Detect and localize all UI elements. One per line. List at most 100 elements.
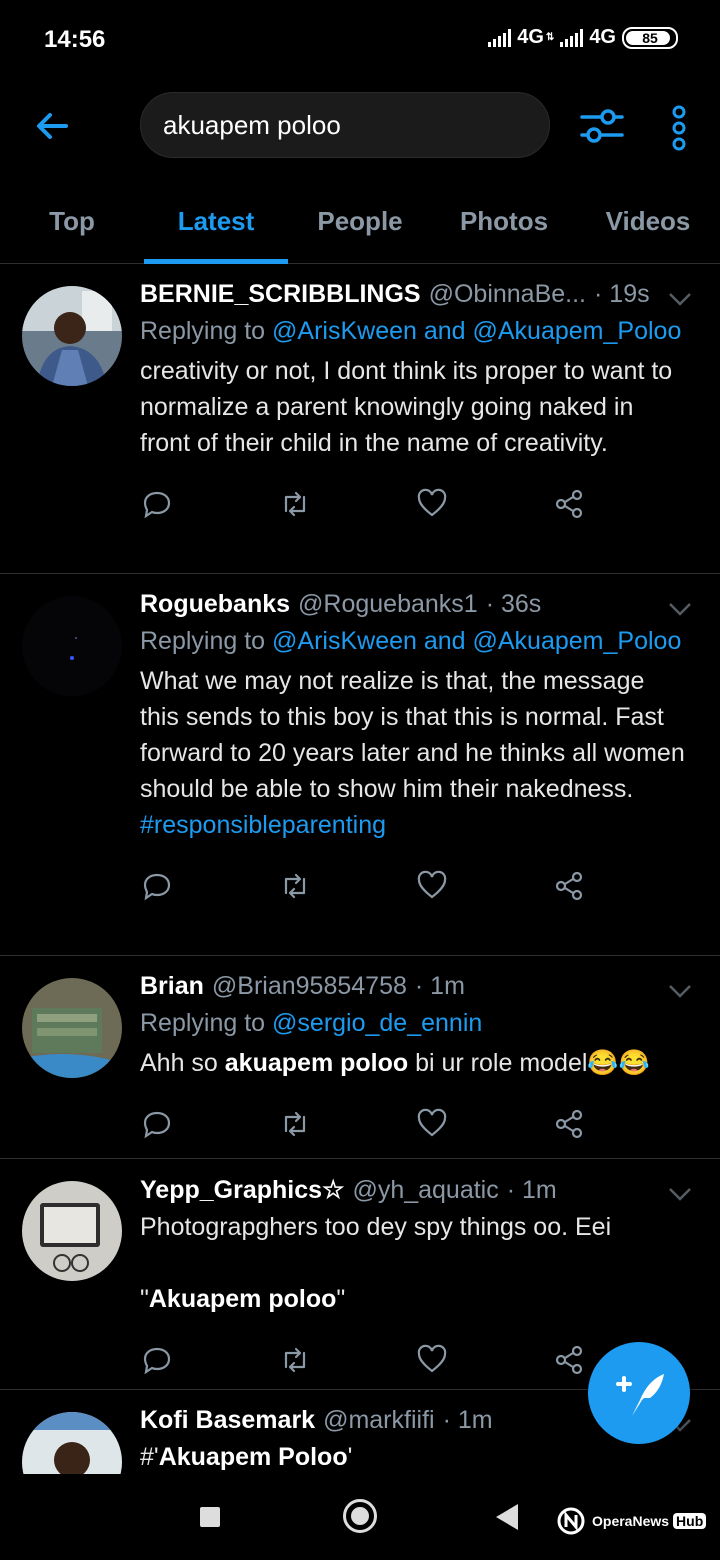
tweet-time: · 19s bbox=[594, 280, 650, 308]
user-handle: @Roguebanks1 bbox=[298, 590, 478, 618]
replying-to: Replying to @ArisKween and @Akuapem_Polo… bbox=[140, 317, 682, 345]
reply-icon bbox=[143, 1111, 171, 1139]
display-name[interactable]: Kofi Basemark bbox=[140, 1406, 315, 1435]
tweet-card[interactable]: Roguebanks @Roguebanks1 · 36s Replying t… bbox=[0, 574, 720, 956]
tweet-feed: BERNIE_SCRIBBLINGS @ObinnaBe... · 19s Re… bbox=[0, 264, 720, 1474]
user-handle: @yh_aquatic bbox=[352, 1176, 499, 1204]
reply-button[interactable] bbox=[140, 869, 278, 905]
search-input[interactable] bbox=[141, 93, 549, 157]
chevron-down-icon[interactable] bbox=[666, 288, 694, 308]
heart-icon bbox=[417, 1344, 447, 1373]
retweet-button[interactable] bbox=[278, 1107, 416, 1143]
back-arrow-icon[interactable] bbox=[30, 104, 74, 148]
share-button[interactable] bbox=[553, 869, 691, 905]
filter-icon[interactable] bbox=[580, 104, 624, 148]
tweet-text: #'Akuapem Poloo' bbox=[140, 1443, 353, 1471]
watermark: OperaNews Hub bbox=[554, 1504, 707, 1538]
reply-icon bbox=[143, 491, 171, 519]
tweet-card[interactable]: BERNIE_SCRIBBLINGS @ObinnaBe... · 19s Re… bbox=[0, 264, 720, 574]
reply-button[interactable] bbox=[140, 1343, 278, 1379]
like-button[interactable] bbox=[415, 869, 553, 905]
retweet-button[interactable] bbox=[278, 487, 416, 523]
tweet-text: Ahh so akuapem poloo bi ur role model😂😂 bbox=[140, 1049, 650, 1077]
tab-people[interactable]: People bbox=[288, 190, 432, 263]
tweet-actions bbox=[140, 1107, 690, 1143]
share-button[interactable] bbox=[553, 487, 691, 523]
reply-icon bbox=[143, 873, 171, 901]
avatar[interactable] bbox=[22, 1181, 122, 1281]
tweet-text: What we may not realize is that, the mes… bbox=[140, 667, 685, 839]
chevron-down-icon[interactable] bbox=[666, 1183, 694, 1203]
share-icon bbox=[555, 489, 582, 519]
tweet-actions bbox=[140, 487, 690, 523]
like-button[interactable] bbox=[415, 1343, 553, 1379]
reply-icon bbox=[143, 1347, 171, 1375]
battery-level: 85 bbox=[642, 29, 658, 46]
share-button[interactable] bbox=[553, 1107, 691, 1143]
retweet-icon bbox=[284, 873, 305, 899]
tweet-card[interactable]: Brian @Brian95854758 · 1m Replying to @s… bbox=[0, 956, 720, 1159]
tweet-text: Photograpghers too dey spy things oo. Ee… bbox=[140, 1213, 612, 1313]
tweet-header: Roguebanks @Roguebanks1 · 36s bbox=[140, 590, 690, 619]
tab-photos[interactable]: Photos bbox=[432, 190, 576, 263]
clock: 14:56 bbox=[44, 26, 106, 53]
replying-to: Replying to @sergio_de_ennin bbox=[140, 1009, 483, 1037]
avatar[interactable] bbox=[22, 1412, 122, 1474]
recents-button[interactable] bbox=[200, 1507, 220, 1527]
search-tabs: Top Latest People Photos Videos bbox=[0, 190, 720, 264]
tweet-time: · 1m bbox=[414, 972, 465, 1000]
operanews-logo-icon bbox=[557, 1507, 585, 1535]
system-back-button[interactable] bbox=[496, 1504, 518, 1530]
user-handle: @Brian95854758 bbox=[211, 972, 407, 1000]
tweet-header: Yepp_Graphics☆ @yh_aquatic · 1m bbox=[140, 1175, 690, 1205]
chevron-down-icon[interactable] bbox=[666, 980, 694, 1000]
search-box[interactable] bbox=[140, 92, 550, 158]
tweet-text: creativity or not, I dont think its prop… bbox=[140, 357, 673, 457]
reply-mentions[interactable]: @ArisKween and @Akuapem_Poloo bbox=[272, 317, 681, 345]
tweet-time: · 36s bbox=[485, 590, 542, 618]
status-icons: 4G ⇅ 4G 85 bbox=[488, 26, 678, 49]
display-name[interactable]: Brian bbox=[140, 972, 204, 1001]
battery-icon: 85 bbox=[622, 26, 678, 49]
like-button[interactable] bbox=[415, 1107, 553, 1143]
reply-mentions[interactable]: @ArisKween and @Akuapem_Poloo bbox=[272, 627, 681, 655]
avatar[interactable] bbox=[22, 596, 122, 696]
display-name[interactable]: Yepp_Graphics☆ bbox=[140, 1175, 344, 1205]
system-nav-bar: OperaNews Hub bbox=[0, 1474, 720, 1560]
compose-tweet-button[interactable] bbox=[588, 1342, 690, 1444]
data-arrows-icon: ⇅ bbox=[545, 32, 555, 43]
retweet-button[interactable] bbox=[278, 869, 416, 905]
hashtag-link[interactable]: #responsibleparenting bbox=[140, 811, 386, 839]
like-button[interactable] bbox=[415, 487, 553, 523]
retweet-icon bbox=[284, 1347, 305, 1373]
share-icon bbox=[555, 1345, 582, 1375]
tab-latest[interactable]: Latest bbox=[144, 190, 288, 264]
reply-button[interactable] bbox=[140, 1107, 278, 1143]
tab-videos[interactable]: Videos bbox=[576, 190, 720, 263]
watermark-brand: OperaNews bbox=[592, 1513, 670, 1529]
retweet-button[interactable] bbox=[278, 1343, 416, 1379]
reply-button[interactable] bbox=[140, 487, 278, 523]
user-handle: @markfiifi bbox=[323, 1406, 435, 1434]
chevron-down-icon[interactable] bbox=[666, 598, 694, 618]
retweet-icon bbox=[284, 1111, 305, 1137]
more-options-icon[interactable] bbox=[666, 104, 692, 152]
display-name[interactable]: Roguebanks bbox=[140, 590, 290, 619]
avatar[interactable] bbox=[22, 978, 122, 1078]
reply-mentions[interactable]: @sergio_de_ennin bbox=[272, 1009, 482, 1037]
signal-icon bbox=[488, 28, 512, 47]
display-name[interactable]: BERNIE_SCRIBBLINGS bbox=[140, 280, 421, 309]
heart-icon bbox=[417, 870, 447, 899]
signal-icon bbox=[560, 28, 584, 47]
home-button[interactable] bbox=[343, 1499, 377, 1533]
retweet-icon bbox=[284, 491, 305, 517]
share-icon bbox=[555, 1109, 582, 1139]
tweet-time: · 1m bbox=[506, 1176, 557, 1204]
tab-top[interactable]: Top bbox=[0, 190, 144, 263]
search-header bbox=[0, 84, 720, 174]
avatar[interactable] bbox=[22, 286, 122, 386]
network-type: 4G bbox=[589, 26, 616, 48]
share-icon bbox=[555, 871, 582, 901]
tweet-header: Brian @Brian95854758 · 1m bbox=[140, 972, 690, 1001]
watermark-suffix: Hub bbox=[673, 1513, 707, 1529]
